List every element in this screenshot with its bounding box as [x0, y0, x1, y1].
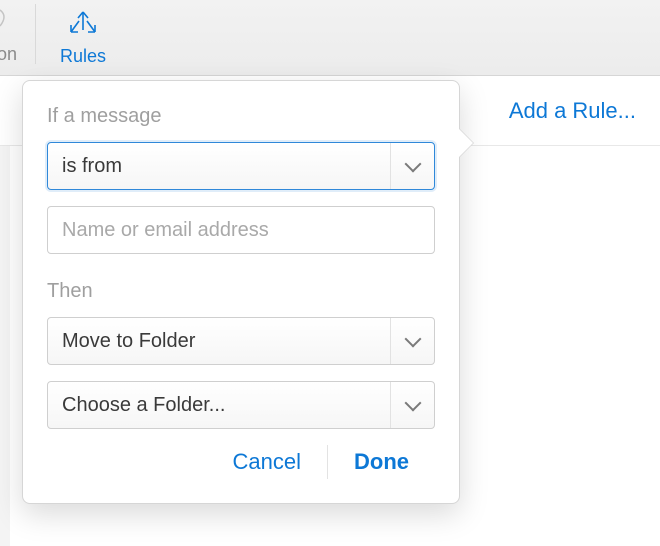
action-select-value: Move to Folder: [62, 330, 195, 353]
then-label: Then: [47, 280, 435, 303]
toolbar-item-previous-fragment: tion: [0, 0, 17, 67]
toolbar: tion Rules: [0, 0, 660, 76]
popover-callout-arrow: [459, 129, 473, 157]
add-rule-link[interactable]: Add a Rule...: [509, 98, 636, 124]
folder-select[interactable]: Choose a Folder...: [47, 381, 435, 429]
chevron-down-icon: [390, 318, 434, 364]
popover-footer: Cancel Done: [47, 439, 435, 485]
action-select[interactable]: Move to Folder: [47, 317, 435, 365]
done-button[interactable]: Done: [328, 439, 435, 485]
rule-popover: If a message is from Then Move to Folder…: [22, 80, 460, 504]
folder-select-value: Choose a Folder...: [62, 394, 225, 417]
chevron-down-icon: [390, 143, 434, 189]
background-strip: [0, 146, 10, 546]
partial-icon: [0, 8, 18, 36]
toolbar-separator: [35, 4, 36, 64]
toolbar-item-label: Rules: [60, 46, 106, 67]
chevron-down-icon: [390, 382, 434, 428]
rules-icon: [61, 6, 105, 40]
condition-select[interactable]: is from: [47, 142, 435, 190]
toolbar-item-rules[interactable]: Rules: [60, 0, 106, 67]
if-label: If a message: [47, 105, 435, 128]
cancel-button[interactable]: Cancel: [207, 439, 327, 485]
address-input[interactable]: [47, 206, 435, 254]
content-area: Add a Rule... If a message is from Then …: [0, 76, 660, 546]
condition-select-value: is from: [62, 155, 122, 178]
